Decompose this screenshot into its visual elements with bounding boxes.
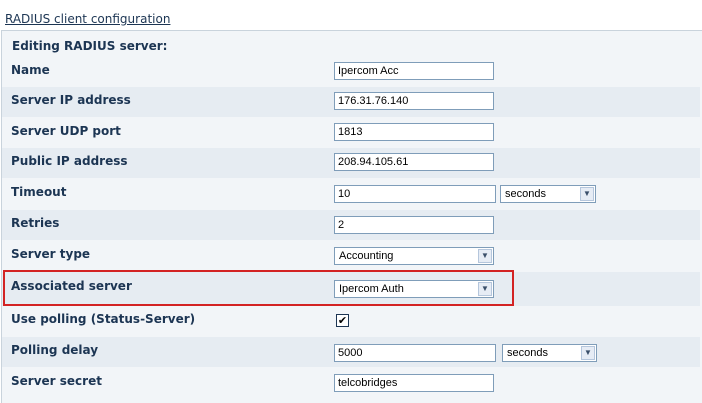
retries-label: Retries xyxy=(11,216,60,230)
server-secret-input[interactable]: telcobridges xyxy=(334,374,494,392)
server-udp-port-row: Server UDP port 1813 xyxy=(2,118,700,148)
use-polling-checkbox[interactable]: ✔ xyxy=(336,314,349,327)
name-input[interactable]: Ipercom Acc xyxy=(334,62,494,80)
server-type-value: Accounting xyxy=(339,250,394,262)
timeout-input[interactable]: 10 xyxy=(334,185,496,203)
timeout-label: Timeout xyxy=(11,185,67,199)
server-type-select[interactable]: Accounting ▼ xyxy=(334,247,494,265)
page-title[interactable]: RADIUS client configuration xyxy=(5,12,170,26)
polling-delay-label: Polling delay xyxy=(11,343,99,357)
timeout-unit-select[interactable]: seconds ▼ xyxy=(500,185,596,203)
server-udp-port-label: Server UDP port xyxy=(11,124,121,138)
highlight-box xyxy=(3,270,514,306)
chevron-down-icon[interactable]: ▼ xyxy=(478,249,492,263)
polling-delay-row: Polling delay 5000 seconds ▼ xyxy=(2,337,700,367)
timeout-row: Timeout 10 seconds ▼ xyxy=(2,179,700,209)
server-secret-row: Server secret telcobridges xyxy=(2,368,700,402)
server-type-row: Server type Accounting ▼ xyxy=(2,241,700,271)
retries-row: Retries 2 xyxy=(2,210,700,240)
fieldset-legend: Editing RADIUS server: xyxy=(12,39,168,53)
polling-delay-input[interactable]: 5000 xyxy=(334,344,496,362)
name-label: Name xyxy=(11,63,50,77)
use-polling-row: Use polling (Status-Server) ✔ xyxy=(2,306,700,336)
server-ip-input[interactable]: 176.31.76.140 xyxy=(334,92,494,110)
polling-delay-unit-select[interactable]: seconds ▼ xyxy=(502,344,597,362)
public-ip-label: Public IP address xyxy=(11,154,128,168)
public-ip-input[interactable]: 208.94.105.61 xyxy=(334,153,494,171)
chevron-down-icon[interactable]: ▼ xyxy=(580,187,594,201)
chevron-down-icon[interactable]: ▼ xyxy=(581,346,595,360)
use-polling-label: Use polling (Status-Server) xyxy=(11,312,196,326)
name-row: Name Ipercom Acc xyxy=(2,57,700,87)
server-ip-label: Server IP address xyxy=(11,93,131,107)
server-secret-label: Server secret xyxy=(11,374,102,388)
server-udp-port-input[interactable]: 1813 xyxy=(334,123,494,141)
server-ip-row: Server IP address 176.31.76.140 xyxy=(2,87,700,117)
public-ip-row: Public IP address 208.94.105.61 xyxy=(2,148,700,178)
polling-delay-unit-value: seconds xyxy=(507,347,548,359)
retries-input[interactable]: 2 xyxy=(334,216,494,234)
server-type-label: Server type xyxy=(11,247,91,261)
timeout-unit-value: seconds xyxy=(505,188,546,200)
